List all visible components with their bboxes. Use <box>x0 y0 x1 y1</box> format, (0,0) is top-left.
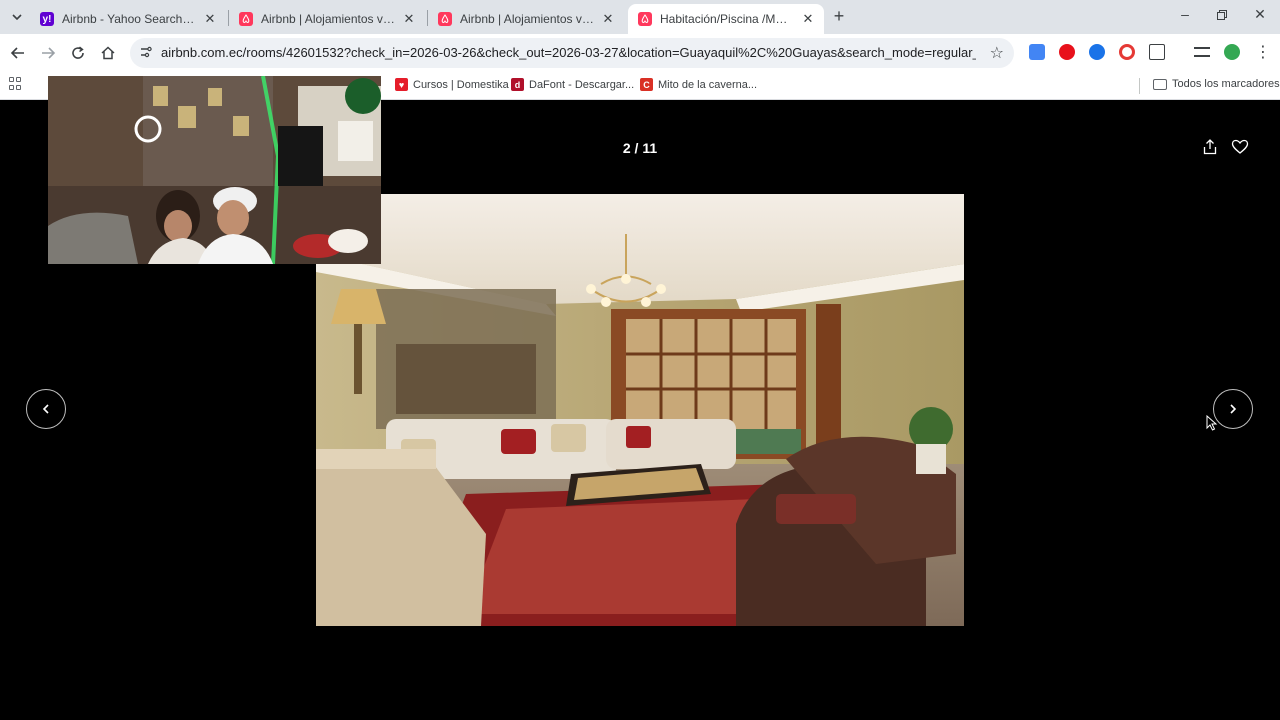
opera-extension-icon[interactable] <box>1059 44 1075 60</box>
apps-grid-icon[interactable] <box>9 77 23 91</box>
back-button[interactable] <box>7 42 29 64</box>
record-extension-icon[interactable] <box>1119 44 1135 60</box>
site-info-icon[interactable] <box>138 45 154 61</box>
folder-icon <box>1153 78 1167 90</box>
minimize-button[interactable]: – <box>1170 6 1200 26</box>
heart-icon[interactable] <box>1231 138 1249 156</box>
close-icon[interactable]: ✕ <box>800 11 816 27</box>
close-icon[interactable]: ✕ <box>600 11 616 27</box>
new-tab-button[interactable]: + <box>829 7 849 27</box>
chevron-left-icon <box>42 404 49 414</box>
photo-counter: 2 / 11 <box>622 140 658 156</box>
media-control-icon[interactable] <box>1194 47 1210 57</box>
airbnb-icon <box>638 12 652 26</box>
tab-airbnb-1[interactable]: Airbnb | Alojamientos vacaciona ✕ <box>229 4 425 34</box>
tab-title: Habitación/Piscina /Mejores re <box>660 12 794 26</box>
listing-photo <box>316 194 964 626</box>
chevron-right-icon <box>1230 404 1237 414</box>
address-bar[interactable]: airbnb.com.ec/rooms/42601532?check_in=20… <box>130 38 1014 68</box>
restore-button[interactable] <box>1207 6 1237 26</box>
forward-button[interactable] <box>37 42 59 64</box>
tab-title: Airbnb - Yahoo Search Results <box>62 12 196 26</box>
bookmark-label: DaFont - Descargar... <box>529 78 635 91</box>
airbnb-icon <box>239 12 253 26</box>
bookmark-mito-caverna[interactable]: C Mito de la caverna... <box>640 78 757 91</box>
close-icon[interactable]: ✕ <box>401 11 417 27</box>
bookmark-domestika[interactable]: ♥ Cursos | Domestika <box>395 78 509 91</box>
bookmark-label: Mito de la caverna... <box>658 78 758 91</box>
airbnb-icon <box>438 12 452 26</box>
tab-strip: y! Airbnb - Yahoo Search Results ✕ Airbn… <box>0 0 1280 34</box>
bookmark-c-icon: C <box>640 78 653 91</box>
translate-extension-icon[interactable] <box>1029 44 1045 60</box>
close-window-button[interactable]: ✕ <box>1245 6 1275 26</box>
tab-airbnb-2[interactable]: Airbnb | Alojamientos vacaciona ✕ <box>428 4 624 34</box>
domestika-icon: ♥ <box>395 78 408 91</box>
extension-blue-icon[interactable] <box>1089 44 1105 60</box>
tab-search-icon[interactable] <box>6 7 28 27</box>
browser-menu-icon[interactable]: ⋮ <box>1252 42 1274 64</box>
profile-avatar[interactable] <box>1224 44 1240 60</box>
bookmark-label: Cursos | Domestika <box>413 78 509 91</box>
tab-yahoo-search[interactable]: y! Airbnb - Yahoo Search Results ✕ <box>30 4 226 34</box>
home-button[interactable] <box>97 42 119 64</box>
mouse-cursor <box>1206 414 1218 431</box>
next-photo-button[interactable] <box>1213 389 1253 429</box>
previous-photo-button[interactable] <box>26 389 66 429</box>
url-text[interactable]: airbnb.com.ec/rooms/42601532?check_in=20… <box>161 45 976 60</box>
browser-toolbar: airbnb.com.ec/rooms/42601532?check_in=20… <box>0 34 1280 72</box>
yahoo-icon: y! <box>40 12 54 26</box>
bookmark-dafont[interactable]: d DaFont - Descargar... <box>511 78 634 91</box>
tab-habitacion-active[interactable]: Habitación/Piscina /Mejores re ✕ <box>628 4 824 34</box>
bookmarks-divider <box>1139 78 1140 94</box>
reload-button[interactable] <box>67 42 89 64</box>
all-bookmarks-folder[interactable]: Todos los marcadores <box>1153 78 1280 90</box>
close-icon[interactable]: ✕ <box>202 11 218 27</box>
tab-title: Airbnb | Alojamientos vacaciona <box>460 12 594 26</box>
bookmark-star-icon[interactable]: ☆ <box>990 43 1004 63</box>
extensions-puzzle-icon[interactable] <box>1149 44 1165 60</box>
share-icon[interactable] <box>1201 138 1219 156</box>
dafont-icon: d <box>511 78 524 91</box>
webcam-overlay <box>48 76 381 264</box>
all-bookmarks-label: Todos los marcadores <box>1172 78 1280 90</box>
tab-title: Airbnb | Alojamientos vacaciona <box>261 12 395 26</box>
